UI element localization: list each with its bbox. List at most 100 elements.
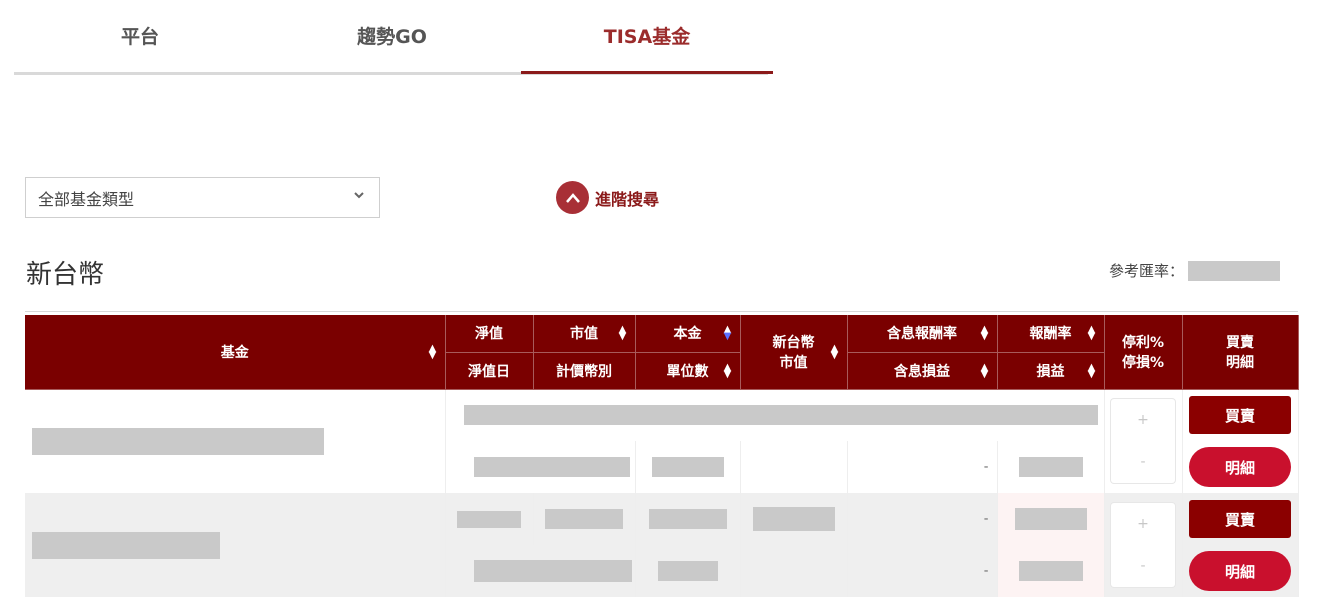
advanced-search-label: 進階搜尋	[595, 189, 660, 209]
value-redacted	[473, 560, 632, 582]
tp-sl-cell: + -	[1104, 389, 1183, 493]
tp-sl-cell: + -	[1104, 493, 1183, 597]
col-pl-with-div[interactable]: 含息損益 ▲ ▼	[847, 352, 998, 390]
exchange-rate-label: 參考匯率：	[1109, 262, 1185, 280]
stop-loss-minus[interactable]: -	[1110, 545, 1176, 588]
sort-icon[interactable]: ▲ ▼	[1088, 362, 1096, 379]
sort-icon[interactable]: ▲ ▼	[429, 343, 437, 360]
col-trade: 買賣 明細	[1182, 315, 1299, 390]
col-return-rate-label: 報酬率	[1029, 326, 1072, 343]
col-principal[interactable]: 本金 ▲ ▼	[635, 315, 741, 353]
value-redacted	[473, 457, 630, 477]
currency-section-title: 新台幣	[26, 260, 105, 290]
value-redacted	[463, 405, 1098, 426]
col-nav-date: 淨值日	[445, 352, 534, 390]
tab-bar: 平台 趨勢GO TISA基金	[14, 0, 773, 76]
units-cell	[635, 545, 741, 597]
sort-icon[interactable]: ▲ ▼	[724, 362, 732, 379]
col-nav-date-label: 淨值日	[468, 363, 510, 380]
fund-name-cell[interactable]	[25, 389, 446, 493]
col-units[interactable]: 單位數 ▲ ▼	[635, 352, 741, 390]
pl-with-div-cell: -	[847, 441, 998, 493]
col-principal-label: 本金	[673, 326, 702, 343]
col-return-rate[interactable]: 報酬率 ▲ ▼	[997, 315, 1105, 353]
fund-name-redacted	[32, 531, 220, 559]
trade-cell: 買賣	[1182, 389, 1299, 441]
col-market-value[interactable]: 市值 ▲ ▼	[533, 315, 636, 353]
sort-icon[interactable]: ▲ ▼	[724, 325, 732, 342]
col-trade-label-1: 買賣	[1226, 334, 1254, 351]
col-tp-sl: 停利% 停損%	[1104, 315, 1183, 390]
col-nav-label: 淨值	[475, 326, 503, 343]
value-redacted	[457, 510, 521, 528]
value-redacted	[651, 457, 724, 477]
pl-cell	[997, 441, 1105, 493]
sort-icon[interactable]: ▲ ▼	[981, 325, 989, 342]
pl-with-div-value: -	[983, 459, 989, 475]
twd-value-cell	[740, 545, 848, 597]
col-fund[interactable]: 基金 ▲ ▼	[25, 315, 446, 390]
return-with-div-value: -	[983, 511, 989, 527]
fund-type-select[interactable]: 全部基金類型	[25, 177, 380, 218]
divider	[25, 311, 1298, 312]
pl-with-div-cell: -	[847, 545, 998, 597]
trade-cell: 明細	[1182, 441, 1299, 493]
value-redacted	[545, 509, 623, 529]
tab-platform[interactable]: 平台	[14, 0, 266, 76]
advanced-search-toggle[interactable]: 進階搜尋	[556, 181, 659, 214]
twd-value-cell	[740, 441, 848, 493]
take-profit-plus[interactable]: +	[1110, 502, 1176, 545]
sort-icon[interactable]: ▲ ▼	[619, 325, 627, 342]
value-redacted	[752, 507, 835, 531]
units-cell	[635, 441, 741, 493]
fund-holdings-table: 基金 ▲ ▼ 淨值 市值 ▲ ▼ 本金 ▲ ▼ 新台幣 市值 ▲ ▼ 含息報酬率 ▲ ▼	[25, 315, 1299, 597]
buy-sell-button[interactable]: 買賣	[1189, 500, 1291, 538]
return-rate-cell	[997, 493, 1105, 545]
tab-tisa-fund[interactable]: TISA基金	[521, 0, 773, 76]
fund-name-cell[interactable]	[25, 493, 446, 597]
exchange-rate: 參考匯率：	[1109, 260, 1281, 281]
value-redacted	[657, 561, 718, 581]
nav-cell	[445, 493, 534, 545]
sort-icon[interactable]: ▲ ▼	[981, 362, 989, 379]
col-twd-value-label-2: 市值	[779, 354, 808, 371]
principal-cell	[635, 493, 741, 545]
buy-sell-button[interactable]: 買賣	[1189, 396, 1291, 435]
col-currency-label: 計價幣別	[556, 363, 612, 380]
col-fund-label: 基金	[220, 344, 249, 361]
fund-type-select-value: 全部基金類型	[38, 189, 135, 209]
col-return-with-div-label: 含息報酬率	[887, 326, 957, 343]
col-return-with-div[interactable]: 含息報酬率 ▲ ▼	[847, 315, 998, 353]
sort-icon[interactable]: ▲ ▼	[1088, 325, 1096, 342]
table-row: + - 買賣	[25, 389, 1299, 493]
nav-date-cell	[445, 545, 636, 597]
value-redacted	[1018, 457, 1083, 477]
nav-date-cell	[445, 441, 636, 493]
stop-loss-minus[interactable]: -	[1110, 441, 1176, 485]
chevron-down-icon	[354, 192, 364, 199]
detail-button[interactable]: 明細	[1189, 447, 1291, 487]
trade-cell: 明細	[1182, 545, 1299, 597]
col-twd-value[interactable]: 新台幣 市值 ▲ ▼	[740, 315, 848, 390]
tab-trend-go[interactable]: 趨勢GO	[266, 0, 518, 76]
row-values-redacted	[445, 389, 1105, 441]
detail-button[interactable]: 明細	[1189, 551, 1291, 591]
table-row: - + - 買賣	[25, 493, 1299, 597]
col-pl[interactable]: 損益 ▲ ▼	[997, 352, 1105, 390]
col-sl-label: 停損%	[1121, 354, 1165, 371]
market-value-cell	[533, 493, 636, 545]
twd-value-cell	[740, 493, 848, 545]
value-redacted	[648, 509, 727, 529]
col-nav: 淨值	[445, 315, 534, 353]
col-tp-label: 停利%	[1121, 334, 1165, 351]
trade-cell: 買賣	[1182, 493, 1299, 545]
col-market-value-label: 市值	[570, 326, 598, 343]
exchange-rate-value-redacted	[1188, 260, 1281, 281]
fund-name-redacted	[32, 427, 324, 455]
col-currency: 計價幣別	[533, 352, 636, 390]
return-with-div-cell: -	[847, 493, 998, 545]
value-redacted	[1018, 561, 1083, 581]
sort-icon[interactable]: ▲ ▼	[831, 343, 839, 360]
take-profit-plus[interactable]: +	[1110, 398, 1176, 442]
value-redacted	[1014, 508, 1087, 530]
